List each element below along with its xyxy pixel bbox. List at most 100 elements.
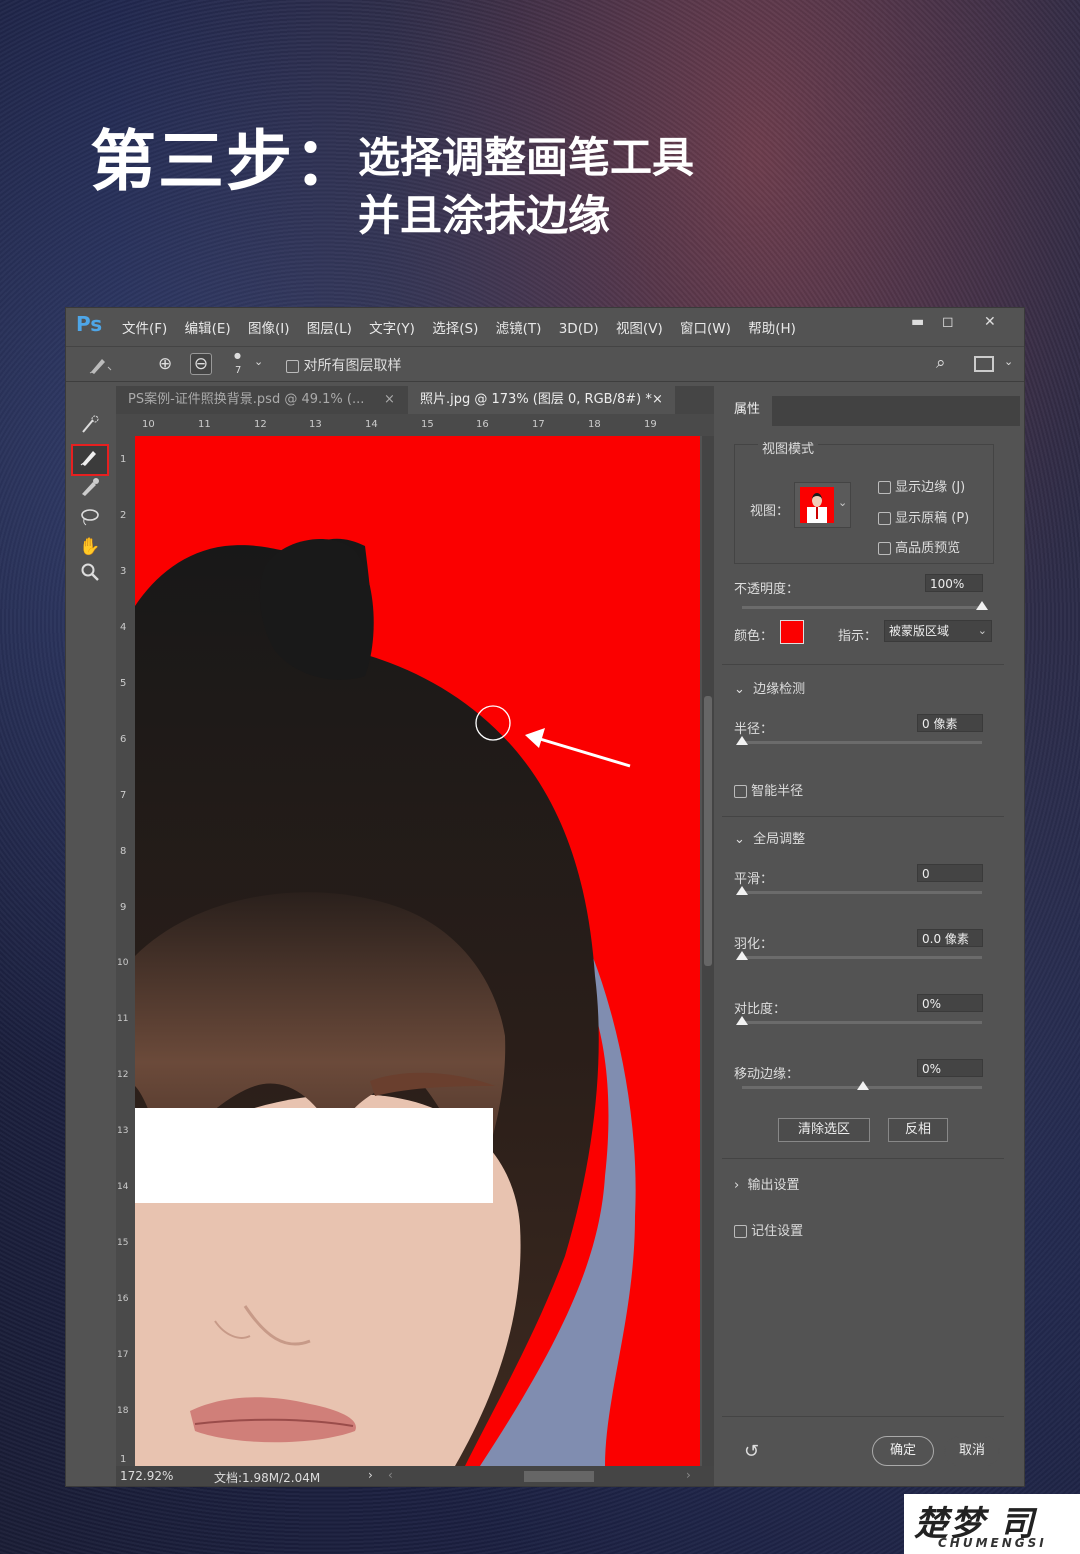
step-desc-line2: 并且涂抹边缘 <box>358 191 611 240</box>
shift-edge-slider-knob[interactable] <box>857 1081 869 1090</box>
invert-button[interactable]: 反相 <box>888 1118 948 1142</box>
reset-icon[interactable]: ↺ <box>744 1441 759 1462</box>
remember-settings-option[interactable]: 记住设置 <box>734 1220 803 1239</box>
show-original-option[interactable]: 显示原稿 (P) <box>878 507 969 526</box>
menu-filter[interactable]: 滤镜(T) <box>496 321 542 337</box>
menu-edit[interactable]: 编辑(E) <box>185 321 231 337</box>
clear-selection-button[interactable]: 清除选区 <box>778 1118 870 1142</box>
sample-all-layers-checkbox[interactable] <box>286 359 299 373</box>
menu-select[interactable]: 选择(S) <box>432 321 478 337</box>
radius-label: 半径： <box>734 722 774 737</box>
color-swatch[interactable] <box>780 620 804 644</box>
opacity-slider[interactable] <box>742 606 982 609</box>
search-icon[interactable]: ⌕ <box>936 353 946 373</box>
minimize-button[interactable]: ▬ <box>911 314 924 330</box>
brush-tool-icon[interactable] <box>76 476 104 502</box>
sample-all-layers[interactable]: 对所有图层取样 <box>286 355 401 375</box>
workspace-icon[interactable] <box>974 356 994 372</box>
remember-settings-checkbox[interactable] <box>734 1225 747 1238</box>
ruler-v-tick: 18 <box>117 1406 129 1416</box>
brush-size-value[interactable]: 7 <box>235 365 241 376</box>
remember-settings-label: 记住设置 <box>751 1224 804 1239</box>
ok-button[interactable]: 确定 <box>872 1436 934 1466</box>
ruler-v-tick: 16 <box>117 1294 129 1304</box>
smooth-label: 平滑： <box>734 872 774 887</box>
contrast-slider[interactable] <box>742 1021 982 1024</box>
view-thumbnail-dropdown[interactable]: ⌄ <box>794 482 851 528</box>
output-settings-header[interactable]: › 输出设置 <box>734 1174 799 1193</box>
subtract-from-selection-icon[interactable]: ⊖ <box>190 353 212 375</box>
color-label: 颜色： <box>734 629 774 644</box>
hand-tool-icon[interactable]: ✋ <box>76 534 104 560</box>
feather-slider[interactable] <box>742 956 982 959</box>
view-dropdown-icon: ⌄ <box>838 496 848 509</box>
menu-3d[interactable]: 3D(D) <box>559 321 599 337</box>
status-arrow-icon[interactable]: › <box>368 1468 373 1482</box>
smart-radius-option[interactable]: 智能半径 <box>734 780 803 799</box>
smooth-input[interactable]: 0 <box>917 864 983 882</box>
menu-file[interactable]: 文件(F) <box>122 321 167 337</box>
menu-window[interactable]: 窗口(W) <box>680 321 731 337</box>
ruler-h-tick: 10 <box>142 419 155 430</box>
hq-preview-option[interactable]: 高品质预览 <box>878 537 960 556</box>
opacity-slider-knob[interactable] <box>976 601 988 610</box>
hscroll-thumb[interactable] <box>524 1471 594 1482</box>
photoshop-window: Ps 文件(F) 编辑(E) 图像(I) 图层(L) 文字(Y) 选择(S) 滤… <box>65 307 1025 1487</box>
opacity-input[interactable]: 100% <box>925 574 983 592</box>
shift-edge-input[interactable]: 0% <box>917 1059 983 1077</box>
zoom-tool-icon[interactable] <box>76 562 104 588</box>
add-to-selection-icon[interactable]: ⊕ <box>158 354 172 374</box>
edge-detection-header[interactable]: ⌄ 边缘检测 <box>734 678 805 697</box>
quick-selection-tool-icon[interactable] <box>76 414 104 440</box>
ruler-h-tick: 19 <box>644 419 657 430</box>
hq-preview-checkbox[interactable] <box>878 542 891 555</box>
contrast-slider-knob[interactable] <box>736 1016 748 1025</box>
menu-bar: Ps 文件(F) 编辑(E) 图像(I) 图层(L) 文字(Y) 选择(S) 滤… <box>66 308 1024 342</box>
smart-radius-checkbox[interactable] <box>734 785 747 798</box>
menu-view[interactable]: 视图(V) <box>616 321 663 337</box>
feather-input[interactable]: 0.0 像素 <box>917 929 983 947</box>
maximize-button[interactable]: ◻ <box>942 314 954 330</box>
zoom-level[interactable]: 172.92% <box>120 1469 173 1483</box>
canvas-vertical-scrollbar[interactable] <box>702 436 714 1466</box>
smooth-slider-knob[interactable] <box>736 886 748 895</box>
close-button[interactable]: ✕ <box>984 314 996 330</box>
smooth-slider[interactable] <box>742 891 982 894</box>
tab-photo-jpg[interactable]: 照片.jpg @ 173% (图层 0, RGB/8#) * × <box>408 386 675 414</box>
contrast-input[interactable]: 0% <box>917 994 983 1012</box>
menu-type[interactable]: 文字(Y) <box>369 321 415 337</box>
radius-slider-knob[interactable] <box>736 736 748 745</box>
menu-layer[interactable]: 图层(L) <box>307 321 352 337</box>
ruler-h-tick: 12 <box>254 419 267 430</box>
document-canvas[interactable] <box>135 436 700 1466</box>
menu-image[interactable]: 图像(I) <box>248 321 290 337</box>
tab-psd-file[interactable]: PS案例-证件照换背景.psd @ 49.1% (... × <box>116 386 408 414</box>
workspace-dropdown-icon[interactable]: ⌄ <box>1004 355 1013 368</box>
tab-properties[interactable]: 属性 <box>722 396 772 426</box>
global-refine-header[interactable]: ⌄ 全局调整 <box>734 828 805 847</box>
chevron-down-icon: ⌄ <box>734 682 745 697</box>
feather-slider-knob[interactable] <box>736 951 748 960</box>
brush-size-dropdown-icon[interactable]: ⌄ <box>254 355 263 368</box>
lasso-tool-icon[interactable] <box>76 506 104 532</box>
show-original-checkbox[interactable] <box>878 512 891 525</box>
hscroll-right-icon[interactable]: › <box>686 1468 691 1482</box>
radius-input[interactable]: 0 像素 <box>917 714 983 732</box>
cancel-button[interactable]: 取消 <box>944 1436 1000 1466</box>
tab-photo-close-icon[interactable]: × <box>652 386 663 414</box>
menu-help[interactable]: 帮助(H) <box>748 321 796 337</box>
radius-slider[interactable] <box>742 741 982 744</box>
brush-preset-icon[interactable] <box>88 355 114 379</box>
indicate-value: 被蒙版区域 <box>889 624 950 638</box>
tab-psd-close-icon[interactable]: × <box>384 386 395 414</box>
hscroll-left-icon[interactable]: ‹ <box>388 1468 393 1482</box>
show-edge-checkbox[interactable] <box>878 481 891 494</box>
show-edge-option[interactable]: 显示边缘 (J) <box>878 476 965 495</box>
view-mode-title: 视图模式 <box>758 438 819 457</box>
refine-edge-brush-tool-icon[interactable] <box>71 444 109 476</box>
ruler-v-tick: 6 <box>120 734 127 745</box>
scroll-thumb[interactable] <box>704 696 712 966</box>
indicate-select[interactable]: 被蒙版区域 ⌄ <box>884 620 992 642</box>
document-size: 文档:1.98M/2.04M <box>214 1471 321 1485</box>
ruler-v-tick: 4 <box>120 622 127 633</box>
